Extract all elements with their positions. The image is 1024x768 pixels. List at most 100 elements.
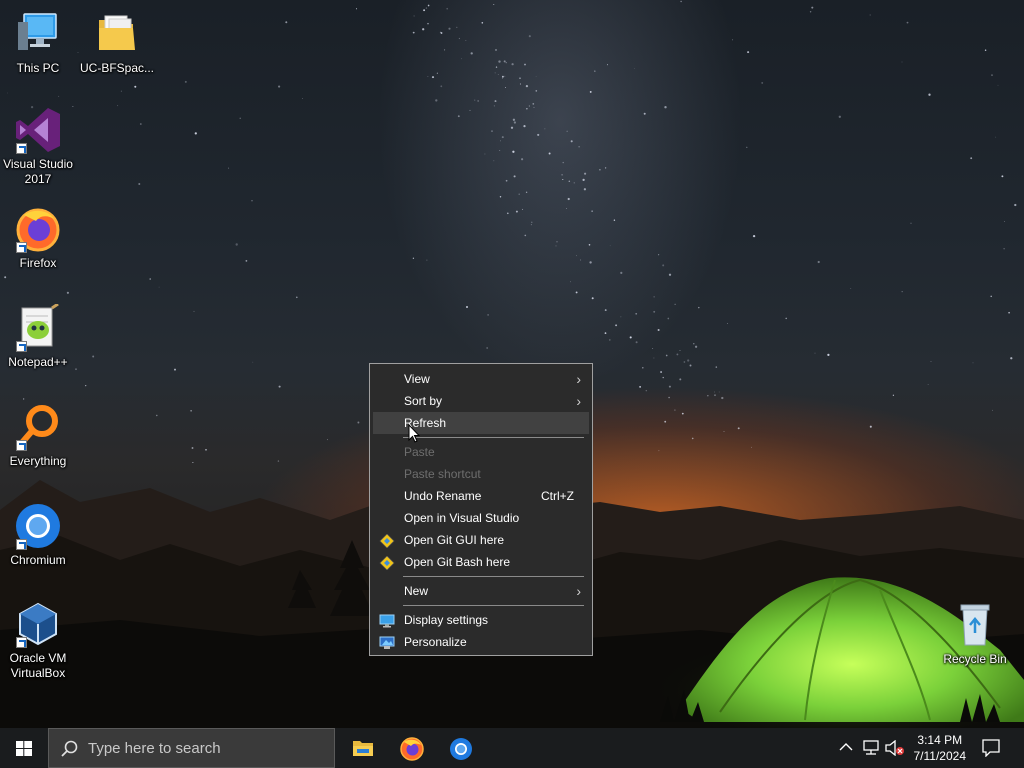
star bbox=[714, 391, 715, 393]
star bbox=[239, 117, 241, 119]
star bbox=[85, 384, 87, 387]
menu-item-display-settings[interactable]: Display settings bbox=[373, 609, 589, 631]
star bbox=[901, 291, 903, 293]
star bbox=[503, 60, 506, 63]
star bbox=[639, 386, 641, 388]
desktop-icon-chromium[interactable]: Chromium bbox=[0, 502, 76, 568]
menu-item-view[interactable]: View › bbox=[373, 368, 589, 390]
star bbox=[302, 98, 304, 99]
star bbox=[513, 175, 516, 178]
star bbox=[589, 90, 592, 93]
star bbox=[580, 259, 582, 261]
display-settings-icon bbox=[379, 613, 395, 628]
star bbox=[533, 106, 535, 108]
star bbox=[487, 314, 489, 316]
star bbox=[138, 182, 141, 186]
desktop-icon-visual-studio-2017[interactable]: Visual Studio 2017 bbox=[0, 106, 76, 187]
star bbox=[992, 409, 993, 411]
star bbox=[525, 84, 529, 88]
star bbox=[446, 7, 448, 10]
notification-center-icon[interactable] bbox=[982, 739, 1000, 757]
star bbox=[604, 167, 607, 169]
star bbox=[752, 234, 756, 238]
star bbox=[245, 259, 248, 262]
star bbox=[687, 359, 690, 362]
network-icon[interactable] bbox=[862, 740, 880, 756]
desktop-icon-label: Firefox bbox=[19, 256, 57, 270]
star bbox=[674, 303, 676, 305]
star bbox=[970, 157, 973, 160]
star bbox=[519, 77, 521, 79]
star bbox=[296, 296, 298, 299]
notepad-plus-plus-icon bbox=[14, 302, 62, 352]
menu-item-label: View bbox=[404, 372, 430, 386]
menu-item-undo-rename[interactable]: Undo Rename Ctrl+Z bbox=[373, 485, 589, 507]
clock[interactable]: 3:14 PM 7/11/2024 bbox=[914, 732, 967, 764]
star bbox=[653, 310, 656, 313]
star bbox=[518, 193, 520, 196]
menu-item-open-git-gui[interactable]: Open Git GUI here bbox=[373, 529, 589, 551]
desktop-icon-recycle-bin[interactable]: Recycle Bin bbox=[937, 601, 1013, 667]
star bbox=[494, 72, 496, 74]
star bbox=[930, 361, 932, 363]
star bbox=[694, 345, 698, 348]
star bbox=[689, 364, 692, 367]
menu-item-new[interactable]: New › bbox=[373, 580, 589, 602]
start-button[interactable] bbox=[0, 728, 48, 768]
star bbox=[583, 188, 587, 191]
desktop-icon-uc-bfspace-folder[interactable]: UC-BFSpac... bbox=[79, 10, 155, 76]
menu-item-open-in-visual-studio[interactable]: Open in Visual Studio bbox=[373, 507, 589, 529]
desktop-icon-label: Everything bbox=[9, 454, 67, 468]
star bbox=[747, 51, 750, 54]
star bbox=[606, 64, 609, 66]
star bbox=[412, 257, 415, 259]
star bbox=[498, 60, 501, 63]
speaker-muted-icon[interactable] bbox=[885, 740, 905, 756]
star bbox=[591, 210, 593, 212]
star bbox=[997, 84, 999, 86]
desktop-icon-label: Notepad++ bbox=[8, 355, 68, 369]
search-placeholder: Type here to search bbox=[88, 740, 221, 757]
star bbox=[984, 49, 987, 52]
star bbox=[567, 197, 570, 201]
star bbox=[448, 27, 451, 30]
star bbox=[457, 115, 460, 118]
star bbox=[613, 219, 616, 221]
star bbox=[436, 72, 438, 74]
star bbox=[184, 80, 187, 83]
star bbox=[809, 11, 812, 13]
star bbox=[481, 22, 484, 24]
taskbar-firefox[interactable] bbox=[387, 728, 435, 768]
star bbox=[668, 385, 671, 388]
star bbox=[562, 161, 564, 164]
star bbox=[566, 130, 568, 132]
desktop-icon-notepad-plus-plus[interactable]: Notepad++ bbox=[0, 302, 76, 370]
star bbox=[664, 420, 667, 423]
star bbox=[58, 95, 60, 97]
visual-studio-icon bbox=[14, 106, 62, 154]
menu-item-open-git-bash[interactable]: Open Git Bash here bbox=[373, 551, 589, 573]
taskbar-chromium[interactable] bbox=[436, 728, 484, 768]
star bbox=[456, 26, 458, 29]
star bbox=[615, 324, 618, 327]
star bbox=[501, 136, 504, 139]
star bbox=[732, 39, 734, 41]
menu-item-sort-by[interactable]: Sort by › bbox=[373, 390, 589, 412]
desktop-icon-firefox[interactable]: Firefox bbox=[0, 205, 76, 271]
menu-item-refresh[interactable]: Refresh bbox=[373, 412, 589, 434]
taskbar-file-explorer[interactable] bbox=[339, 728, 387, 768]
star bbox=[785, 317, 787, 320]
menu-item-personalize[interactable]: Personalize bbox=[373, 631, 589, 653]
star bbox=[235, 243, 238, 246]
chevron-up-icon[interactable] bbox=[839, 742, 853, 752]
desktop-icon-this-pc[interactable]: This PC bbox=[0, 10, 76, 76]
star bbox=[422, 28, 425, 31]
desktop-icon-oracle-vm-virtualbox[interactable]: Oracle VM VirtualBox bbox=[0, 600, 76, 681]
taskbar-search-box[interactable]: Type here to search bbox=[48, 728, 335, 768]
star bbox=[525, 191, 528, 194]
star bbox=[504, 75, 506, 77]
desktop-icon-everything[interactable]: Everything bbox=[0, 403, 76, 469]
star bbox=[751, 446, 752, 448]
star bbox=[634, 68, 635, 69]
star bbox=[588, 244, 591, 246]
